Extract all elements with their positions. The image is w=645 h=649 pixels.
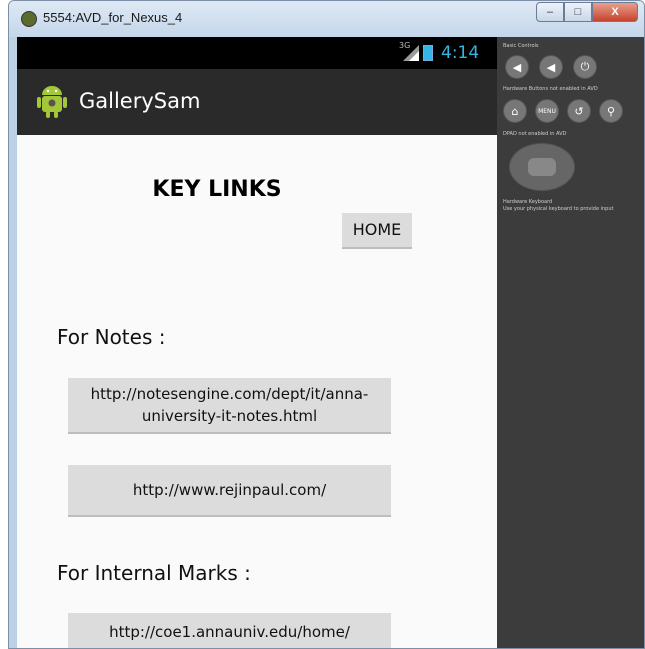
emulator-control-panel: Basic Controls ◀ ◀ ⏻ Hardware Buttons no… [497, 37, 644, 648]
basic-controls-label: Basic Controls [503, 43, 539, 49]
house-icon: ⌂ [511, 104, 519, 118]
home-button[interactable]: HOME [342, 213, 412, 249]
hardware-keyboard-hint: Use your physical keyboard to provide in… [503, 206, 614, 212]
key-links-content: KEY LINKS HOME For Notes : http://notese… [17, 135, 497, 648]
window-controls: – □ X [536, 2, 638, 24]
back-key-button[interactable]: ↺ [567, 99, 591, 123]
signal-icon [403, 45, 419, 61]
search-icon: ⚲ [606, 104, 616, 118]
power-button[interactable]: ⏻ [573, 55, 597, 79]
dpad-center-button[interactable] [528, 158, 556, 176]
hardware-keyboard-label: Hardware Keyboard [503, 199, 553, 205]
action-bar: GallerySam [17, 69, 497, 135]
power-icon: ⏻ [580, 60, 590, 73]
link-button-notesengine[interactable]: http://notesengine.com/dept/it/anna-univ… [68, 378, 391, 434]
menu-key-button[interactable]: MENU [535, 99, 559, 123]
page-title: KEY LINKS [152, 177, 282, 202]
app-title: GallerySam [79, 89, 201, 113]
volume-up-icon: ◀ [546, 60, 556, 74]
search-key-button[interactable]: ⚲ [599, 99, 623, 123]
home-key-button[interactable]: ⌂ [503, 99, 527, 123]
maximize-button[interactable]: □ [564, 2, 592, 22]
device-screen: 3G 4:14 GallerySam KEY LINKS HOME For No… [17, 37, 497, 648]
volume-down-button[interactable]: ◀ [505, 55, 529, 79]
minimize-button[interactable]: – [536, 2, 564, 22]
status-bar: 3G 4:14 [17, 37, 497, 69]
dpad-control[interactable] [509, 143, 575, 191]
window-title: 5554:AVD_for_Nexus_4 [43, 10, 183, 25]
link-button-coe1[interactable]: http://coe1.annauniv.edu/home/ [68, 613, 391, 648]
section-label-internal-marks: For Internal Marks : [57, 561, 251, 585]
link-button-rejinpaul[interactable]: http://www.rejinpaul.com/ [68, 465, 391, 517]
window-titlebar: 5554:AVD_for_Nexus_4 – □ X [9, 1, 644, 37]
android-icon[interactable] [37, 85, 67, 119]
volume-up-button[interactable]: ◀ [539, 55, 563, 79]
volume-down-icon: ◀ [512, 60, 522, 74]
dpad-label: DPAD not enabled in AVD [503, 131, 567, 137]
emulator-app-icon [21, 11, 37, 27]
section-label-notes: For Notes : [57, 325, 166, 349]
close-button[interactable]: X [592, 2, 638, 22]
hardware-buttons-label: Hardware Buttons not enabled in AVD [503, 86, 598, 92]
back-arrow-icon: ↺ [574, 104, 584, 118]
status-time: 4:14 [441, 43, 480, 63]
battery-icon [423, 45, 433, 61]
emulator-window: 5554:AVD_for_Nexus_4 – □ X 3G 4:14 Galle… [8, 0, 645, 649]
